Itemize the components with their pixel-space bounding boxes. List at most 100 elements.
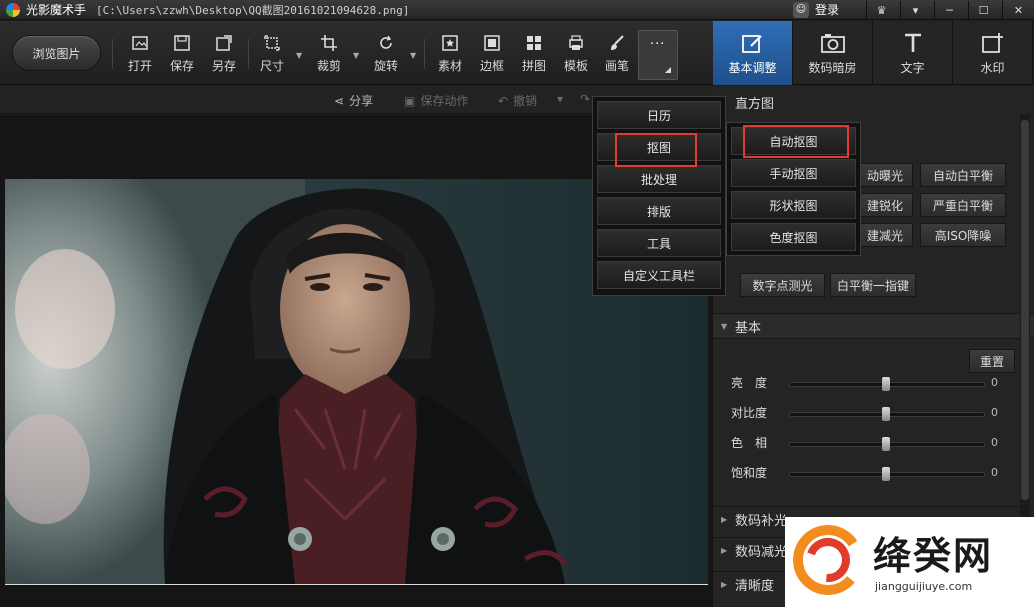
scrollbar-thumb[interactable] <box>1021 120 1029 500</box>
material-button[interactable]: 素材 <box>430 33 470 77</box>
resize-button[interactable]: 尺寸 <box>252 33 292 77</box>
brightness-slider-row: 亮 度 0 <box>731 374 1021 394</box>
tab-basic-adjust[interactable]: 基本调整 <box>713 21 793 85</box>
app-name: 光影魔术手 <box>26 3 87 17</box>
tab-text[interactable]: 文字 <box>873 21 953 85</box>
redo-icon[interactable]: ↷ <box>580 92 590 106</box>
watermark-title: 绛癸网 <box>873 533 994 578</box>
tab-digital-darkroom[interactable]: 数码暗房 <box>793 21 873 85</box>
save-action-label: 保存动作 <box>420 94 469 108</box>
menu-item-custom-toolbar[interactable]: 自定义工具栏 <box>597 261 721 289</box>
minimize-button[interactable]: ─ <box>934 1 964 19</box>
template-button[interactable]: 模板 <box>556 33 596 77</box>
maximize-button[interactable]: ☐ <box>968 1 998 19</box>
toolbar-divider <box>248 39 249 69</box>
saturation-thumb[interactable] <box>882 467 890 481</box>
basic-section-header[interactable]: ▼ 基本 <box>713 313 1034 339</box>
open-label: 打开 <box>127 59 152 73</box>
tab-watermark-label: 水印 <box>980 60 1005 75</box>
resize-icon <box>262 33 282 53</box>
share-icon: ⋖ <box>334 93 345 108</box>
menu-item-batch[interactable]: 批处理 <box>597 165 721 193</box>
site-logo-icon <box>793 525 863 595</box>
tab-digital-darkroom-label: 数码暗房 <box>808 60 857 75</box>
watermark-icon <box>980 31 1006 55</box>
collage-button[interactable]: 拼图 <box>514 33 554 77</box>
saturation-value: 0 <box>991 466 998 479</box>
share-button[interactable]: ⋖ 分享 <box>334 92 373 109</box>
menu-button[interactable]: ▾ <box>900 1 930 19</box>
expand-corner-icon <box>665 67 671 73</box>
shirt-icon: ♛ <box>876 3 887 17</box>
rotate-label: 旋转 <box>373 59 398 73</box>
contrast-thumb[interactable] <box>882 407 890 421</box>
adjust-icon <box>740 31 766 55</box>
material-label: 素材 <box>437 59 462 73</box>
share-label: 分享 <box>349 94 374 108</box>
more-tools-button[interactable]: ··· <box>638 30 678 80</box>
template-icon <box>566 33 586 53</box>
undo-button[interactable]: ↶ 撤销 <box>498 92 537 109</box>
hue-thumb[interactable] <box>882 437 890 451</box>
auto-cutout-highlight-box <box>743 125 849 158</box>
skin-button[interactable]: ♛ <box>866 1 896 19</box>
save-action-button[interactable]: ▣ 保存动作 <box>404 92 468 109</box>
login-label: 登录 <box>815 3 840 17</box>
brush-icon <box>607 33 627 53</box>
tab-basic-adjust-label: 基本调整 <box>728 60 777 75</box>
rotate-dropdown-icon[interactable]: ▼ <box>410 51 416 60</box>
crop-label: 裁剪 <box>316 59 341 73</box>
crop-dropdown-icon[interactable]: ▼ <box>353 51 359 60</box>
reset-button[interactable]: 重置 <box>969 349 1015 373</box>
save-as-label: 另存 <box>211 59 236 73</box>
auto-white-balance-button[interactable]: 自动白平衡 <box>920 163 1006 187</box>
submenu-item-shape-cutout[interactable]: 形状抠图 <box>731 191 856 219</box>
auto-exposure-button[interactable]: 动曝光 <box>857 163 913 187</box>
toolbar-divider <box>112 39 113 69</box>
save-button[interactable]: 保存 <box>162 33 202 77</box>
clarity-title: 清晰度 <box>735 579 775 594</box>
crop-button[interactable]: 裁剪 <box>309 33 349 77</box>
close-button[interactable]: ✕ <box>1002 1 1034 19</box>
spot-metering-button[interactable]: 数字点测光 <box>740 273 825 297</box>
menu-item-layout[interactable]: 排版 <box>597 197 721 225</box>
save-as-button[interactable]: 另存 <box>204 33 244 77</box>
resize-dropdown-icon[interactable]: ▼ <box>296 51 302 60</box>
save-action-icon: ▣ <box>404 93 416 108</box>
expand-arrow-icon: ▶ <box>721 580 728 589</box>
menu-item-calendar[interactable]: 日历 <box>597 101 721 129</box>
text-icon <box>900 31 926 55</box>
histogram-header[interactable]: 直方图 <box>713 89 1034 115</box>
brush-button[interactable]: 画笔 <box>597 33 637 77</box>
contrast-label: 对比度 <box>731 406 768 420</box>
open-button[interactable]: 打开 <box>120 33 160 77</box>
one-click-dim-button[interactable]: 建减光 <box>857 223 913 247</box>
browse-images-button[interactable]: 浏览图片 <box>12 35 101 71</box>
canvas-baseline <box>5 584 708 585</box>
menu-item-tools[interactable]: 工具 <box>597 229 721 257</box>
expand-arrow-icon: ▶ <box>721 546 728 555</box>
app-logo-icon <box>6 2 20 17</box>
tab-text-label: 文字 <box>900 60 925 75</box>
submenu-item-manual-cutout[interactable]: 手动抠图 <box>731 159 856 187</box>
submenu-item-chroma-cutout[interactable]: 色度抠图 <box>731 223 856 251</box>
undo-dropdown-icon[interactable]: ▾ <box>557 92 563 106</box>
user-icon: ☺ <box>793 1 809 18</box>
hue-slider-row: 色 相 0 <box>731 434 1021 454</box>
white-balance-one-finger-button[interactable]: 白平衡一指键 <box>830 273 916 297</box>
one-click-sharpen-button[interactable]: 建锐化 <box>857 193 913 217</box>
basic-title: 基本 <box>735 320 762 336</box>
brightness-thumb[interactable] <box>882 377 890 391</box>
severe-white-balance-button[interactable]: 严重白平衡 <box>920 193 1006 217</box>
rotate-button[interactable]: 旋转 <box>366 33 406 77</box>
border-button[interactable]: 边框 <box>472 33 512 77</box>
undo-label: 撤销 <box>513 94 538 108</box>
maximize-icon: ☐ <box>978 3 989 17</box>
open-icon <box>130 33 150 53</box>
login-button[interactable]: ☺ 登录 <box>793 1 839 18</box>
tab-watermark[interactable]: 水印 <box>953 21 1033 85</box>
high-iso-denoise-button[interactable]: 高ISO降噪 <box>920 223 1006 247</box>
more-icon: ··· <box>650 37 666 52</box>
minimize-icon: ─ <box>946 3 953 17</box>
save-as-icon <box>214 33 234 53</box>
